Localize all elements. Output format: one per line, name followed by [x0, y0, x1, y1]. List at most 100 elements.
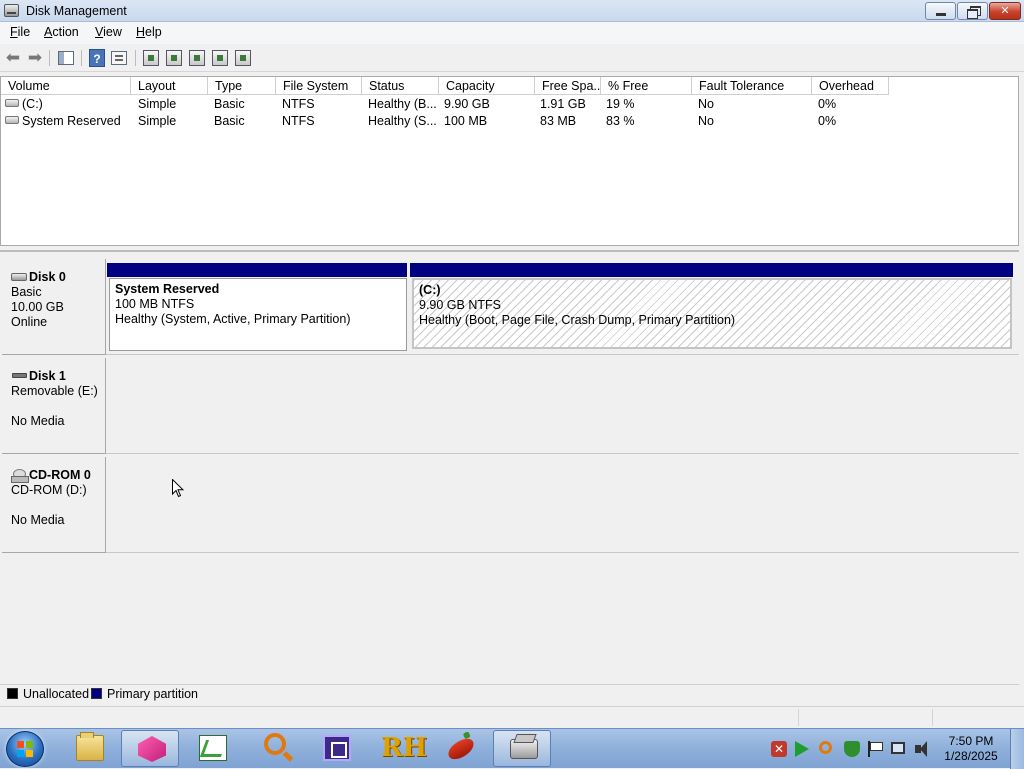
- taskbar-cube-app[interactable]: [121, 730, 179, 767]
- column-header-layout[interactable]: Layout: [131, 77, 208, 95]
- title-bar[interactable]: Disk Management ✕: [0, 0, 1024, 22]
- security-shield-tray-icon[interactable]: [844, 741, 860, 757]
- disk-1-partitions: [106, 358, 1019, 454]
- partition-title: System Reserved: [115, 282, 220, 296]
- cell-file-system: NTFS: [282, 114, 315, 128]
- status-pane: [798, 709, 799, 726]
- partition-header-bar: [410, 263, 1013, 277]
- cell-fault-tolerance: No: [698, 114, 714, 128]
- cell-percent-free: 83 %: [606, 114, 635, 128]
- taskbar-chip-app[interactable]: [307, 730, 365, 767]
- status-pane: [932, 709, 933, 726]
- action-center-flag-icon[interactable]: [868, 741, 884, 757]
- window-title: Disk Management: [26, 4, 127, 18]
- refresh-icon[interactable]: [143, 50, 159, 66]
- cell-free-space: 1.91 GB: [540, 97, 586, 111]
- help-icon[interactable]: ?: [89, 49, 105, 67]
- disk-map: Disk 0 Basic 10.00 GB Online System Rese…: [0, 250, 1019, 704]
- chip-app-icon: [323, 735, 351, 761]
- settings-icon[interactable]: [235, 50, 251, 66]
- toolbar-separator: [81, 50, 82, 66]
- cell-volume: (C:): [22, 97, 43, 111]
- disk-0-label[interactable]: Disk 0 Basic 10.00 GB Online: [2, 259, 106, 355]
- restore-button[interactable]: [957, 2, 988, 20]
- menu-view[interactable]: View: [95, 25, 122, 39]
- taskbar-clock[interactable]: 7:50 PM 1/28/2025: [938, 734, 1004, 764]
- partition-status: Healthy (Boot, Page File, Crash Dump, Pr…: [419, 313, 736, 327]
- volume-list[interactable]: Volume Layout Type File System Status Ca…: [0, 76, 1019, 246]
- table-row[interactable]: System Reserved Simple Basic NTFS Health…: [1, 113, 1018, 130]
- toolbar-separator: [49, 50, 50, 66]
- column-header-percent-free[interactable]: % Free: [601, 77, 692, 95]
- column-header-capacity[interactable]: Capacity: [439, 77, 535, 95]
- menu-file[interactable]: File: [10, 25, 30, 39]
- magnifier-tray-icon[interactable]: [819, 741, 832, 754]
- taskbar-search-app[interactable]: [245, 730, 303, 767]
- cdrom-0-label[interactable]: CD-ROM 0 CD-ROM (D:) No Media: [2, 457, 106, 553]
- column-header-free-space[interactable]: Free Spa...: [535, 77, 604, 95]
- disk-type: Removable (E:): [11, 384, 98, 398]
- legend-label-unallocated: Unallocated: [23, 687, 90, 701]
- forward-arrow-icon[interactable]: ➡: [25, 48, 45, 68]
- column-header-fault-tolerance[interactable]: Fault Tolerance: [692, 77, 812, 95]
- taskbar-rh-app[interactable]: RH: [369, 730, 427, 767]
- disk-management-icon: [510, 739, 538, 759]
- clock-time: 7:50 PM: [948, 734, 994, 748]
- play-tray-icon[interactable]: [795, 741, 809, 757]
- cell-free-space: 83 MB: [540, 114, 577, 128]
- column-header-type[interactable]: Type: [208, 77, 276, 95]
- cell-volume: System Reserved: [22, 114, 121, 128]
- column-header-file-system[interactable]: File System: [276, 77, 362, 95]
- toolbar-separator: [135, 50, 136, 66]
- search-icon[interactable]: [212, 50, 228, 66]
- start-button[interactable]: [6, 731, 44, 767]
- disk-name: Disk 0: [29, 270, 66, 284]
- cube-app-icon: [138, 736, 166, 762]
- disk-state: No Media: [11, 414, 65, 428]
- minimize-button[interactable]: [925, 2, 956, 20]
- column-header-volume[interactable]: Volume: [1, 77, 131, 95]
- table-row[interactable]: (C:) Simple Basic NTFS Healthy (B... 9.9…: [1, 96, 1018, 113]
- volume-speaker-icon[interactable]: [915, 741, 927, 757]
- properties-icon[interactable]: [111, 51, 127, 65]
- status-bar: [0, 706, 1024, 728]
- cell-type: Basic: [214, 97, 245, 111]
- menu-bar: File Action View Help: [0, 22, 1024, 44]
- column-header-overhead[interactable]: Overhead: [812, 77, 889, 95]
- cd-rom-icon: [11, 469, 29, 483]
- taskbar: RH ✕ 7:50 PM 1/28/2025: [0, 728, 1024, 769]
- taskbar-disk-management[interactable]: [493, 730, 551, 767]
- network-tray-icon[interactable]: [891, 742, 905, 754]
- removable-disk-icon: [12, 373, 27, 378]
- menu-action[interactable]: Action: [44, 25, 79, 39]
- partition-title: (C:): [419, 283, 441, 297]
- clock-date: 1/28/2025: [944, 749, 998, 763]
- cell-fault-tolerance: No: [698, 97, 714, 111]
- disk-management-app-icon: [4, 4, 19, 17]
- disk-state: No Media: [11, 513, 65, 527]
- disk-type: Basic: [11, 285, 42, 299]
- taskbar-explorer[interactable]: [60, 730, 118, 767]
- taskbar-chart-app[interactable]: [183, 730, 241, 767]
- mouse-cursor-icon: [172, 479, 184, 498]
- show-desktop-button[interactable]: [1010, 729, 1024, 769]
- rescan-disks-icon[interactable]: [166, 50, 182, 66]
- error-tray-icon[interactable]: ✕: [771, 741, 787, 757]
- open-folder-icon[interactable]: [189, 50, 205, 66]
- legend-label-primary-partition: Primary partition: [107, 687, 198, 701]
- close-button[interactable]: ✕: [989, 2, 1021, 20]
- menu-help[interactable]: Help: [136, 25, 162, 39]
- back-arrow-icon[interactable]: ⬅: [3, 48, 23, 68]
- disk-size: [11, 399, 105, 414]
- partition-c-drive[interactable]: (C:) 9.90 GB NTFS Healthy (Boot, Page Fi…: [412, 278, 1012, 349]
- show-hide-console-tree-icon[interactable]: [58, 51, 74, 65]
- disk-1-label[interactable]: Disk 1 Removable (E:) No Media: [2, 358, 106, 454]
- column-header-status[interactable]: Status: [362, 77, 439, 95]
- partition-system-reserved[interactable]: System Reserved 100 MB NTFS Healthy (Sys…: [109, 278, 407, 351]
- disk-name: CD-ROM 0: [29, 468, 91, 482]
- taskbar-pepper-app[interactable]: [431, 730, 489, 767]
- hard-disk-icon: [11, 273, 27, 281]
- chart-app-icon: [199, 735, 227, 761]
- cell-overhead: 0%: [818, 114, 837, 128]
- disk-name: Disk 1: [29, 369, 66, 383]
